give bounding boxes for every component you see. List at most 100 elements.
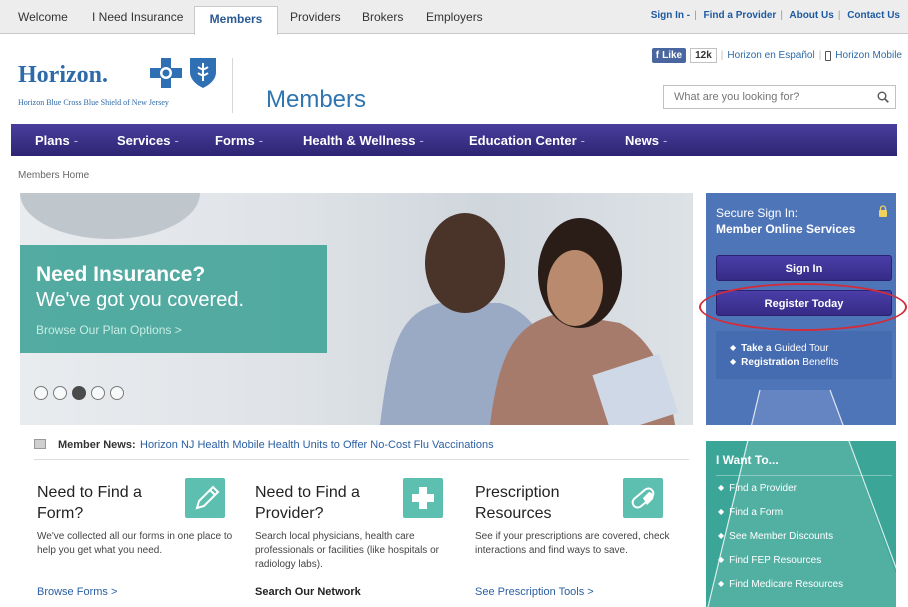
nav-plans[interactable]: Plans - xyxy=(35,133,78,148)
mobile-phone-icon xyxy=(825,50,832,61)
hero-subtitle: We've got you covered. xyxy=(36,289,245,311)
sign-in-button[interactable]: Sign In xyxy=(716,255,892,281)
link-rest: Guided Tour xyxy=(771,343,829,354)
hero-promo-box: Need Insurance? We've got you covered. B… xyxy=(20,245,327,353)
i-want-to-panel: I Want To... ◆ Find a Provider ◆ Find a Fo… xyxy=(706,441,896,607)
like-count: 12k xyxy=(690,48,717,63)
nav-label: Forms xyxy=(215,133,255,148)
card-description: We've collected all our forms in one pla… xyxy=(37,531,233,556)
search-icon[interactable] xyxy=(877,91,889,103)
separator: | xyxy=(694,10,697,21)
iwant-label: Find a Form xyxy=(729,507,784,518)
nav-services[interactable]: Services - xyxy=(117,133,179,148)
sign-in-link[interactable]: Sign In - xyxy=(651,10,690,21)
carousel-dots xyxy=(34,386,124,400)
divider xyxy=(716,475,892,476)
card-title-line1: Prescription xyxy=(475,484,560,501)
top-tab-bar: Welcome I Need Insurance Members Provide… xyxy=(0,0,908,35)
link-rest: Benefits xyxy=(799,357,839,368)
nav-label: Health & Wellness xyxy=(303,133,416,148)
bullet-icon: ◆ xyxy=(718,483,725,492)
tab-need-insurance[interactable]: I Need Insurance xyxy=(92,10,183,24)
bullet-icon: ◆ xyxy=(718,507,725,516)
tab-welcome[interactable]: Welcome xyxy=(18,10,68,24)
carousel-dot[interactable] xyxy=(91,386,105,400)
sign-in-heading-line1: Secure Sign In: xyxy=(716,206,799,220)
find-provider-link[interactable]: Find a Provider xyxy=(704,10,777,21)
pencil-icon xyxy=(185,478,225,518)
link-bold: Registration xyxy=(741,357,800,368)
bullet-icon: ◆ xyxy=(730,343,737,352)
header-divider xyxy=(232,58,233,113)
tab-employers[interactable]: Employers xyxy=(426,10,483,24)
about-us-link[interactable]: About Us xyxy=(789,10,833,21)
tab-members[interactable]: Members xyxy=(194,6,278,35)
nav-news[interactable]: News - xyxy=(625,133,667,148)
find-form-card: Need to Find a Form? We've collected all … xyxy=(37,478,247,607)
carousel-dot[interactable] xyxy=(34,386,48,400)
page-title: Members xyxy=(266,86,367,113)
card-title-line2: Form? xyxy=(37,505,84,522)
hero-title: Need Insurance? xyxy=(36,263,206,286)
member-news-bar: Member News: Horizon NJ Health Mobile He… xyxy=(34,436,689,460)
separator: | xyxy=(720,50,724,61)
news-label: Member News: xyxy=(58,439,136,451)
sign-in-heading: Secure Sign In: Member Online Services xyxy=(716,205,855,237)
like-label: Like xyxy=(662,50,683,61)
iwant-find-form[interactable]: ◆ Find a Form xyxy=(718,507,783,518)
logo-subtitle: Horizon Blue Cross Blue Shield of New Je… xyxy=(18,98,169,107)
plus-icon xyxy=(403,478,443,518)
carousel-dot[interactable] xyxy=(72,386,86,400)
lock-icon xyxy=(879,205,887,217)
bullet-icon: ◆ xyxy=(718,531,725,540)
iwant-label: See Member Discounts xyxy=(729,531,834,542)
utility-links: Sign In - | Find a Provider | About Us | Co… xyxy=(651,10,900,21)
news-icon xyxy=(34,439,46,449)
carousel-dot[interactable] xyxy=(53,386,67,400)
nav-health-wellness[interactable]: Health & Wellness - xyxy=(303,133,424,148)
card-title: Need to Find a Form? xyxy=(37,482,142,524)
blue-shield-icon xyxy=(190,58,216,88)
prescription-tools-link[interactable]: See Prescription Tools > xyxy=(475,586,594,598)
tab-providers[interactable]: Providers xyxy=(290,10,341,24)
card-description: See if your prescriptions are covered, c… xyxy=(475,531,670,556)
card-title: Need to Find a Provider? xyxy=(255,482,360,524)
carousel-dot[interactable] xyxy=(110,386,124,400)
card-description: Search local physicians, health care pro… xyxy=(255,531,439,570)
search-input[interactable] xyxy=(664,86,869,108)
mobile-site-link[interactable]: Horizon Mobile xyxy=(835,50,902,61)
link-bold: Take a xyxy=(741,343,772,354)
bullet-icon: ◆ xyxy=(718,555,725,564)
browse-forms-link[interactable]: Browse Forms > xyxy=(37,586,117,598)
news-headline-link[interactable]: Horizon NJ Health Mobile Health Units to… xyxy=(140,439,494,451)
nav-label: Plans xyxy=(35,133,70,148)
blue-cross-icon xyxy=(150,58,182,88)
prescription-card: Prescription Resources See if your prescr… xyxy=(475,478,685,607)
pill-icon xyxy=(623,478,663,518)
i-want-to-heading: I Want To... xyxy=(716,453,779,467)
nav-education-center[interactable]: Education Center - xyxy=(469,133,585,148)
breadcrumb[interactable]: Members Home xyxy=(18,170,89,181)
spanish-site-link[interactable]: Horizon en Español xyxy=(727,50,814,61)
nav-label: News xyxy=(625,133,659,148)
horizon-logo[interactable]: Horizon. xyxy=(18,62,108,89)
bullet-icon: ◆ xyxy=(730,357,737,366)
card-title: Prescription Resources xyxy=(475,482,559,524)
bullet-icon: ◆ xyxy=(718,579,725,588)
contact-us-link[interactable]: Contact Us xyxy=(847,10,900,21)
iwant-member-discounts[interactable]: ◆ See Member Discounts xyxy=(718,531,833,542)
iwant-find-provider[interactable]: ◆ Find a Provider xyxy=(718,483,797,494)
nav-forms[interactable]: Forms - xyxy=(215,133,263,148)
browse-plans-link[interactable]: Browse Our Plan Options > xyxy=(36,323,182,337)
facebook-icon: f xyxy=(655,50,660,61)
facebook-like-button[interactable]: f Like xyxy=(651,48,687,63)
iwant-medicare-resources[interactable]: ◆ Find Medicare Resources xyxy=(718,579,843,590)
search-network-label: Search Our Network xyxy=(255,586,361,598)
members-page: Welcome I Need Insurance Members Provide… xyxy=(0,0,908,607)
search-box xyxy=(663,85,896,109)
guided-tour-link[interactable]: ◆ Take a Guided Tour xyxy=(730,341,892,355)
hero-banner[interactable]: Need Insurance? We've got you covered. B… xyxy=(20,193,693,425)
iwant-fep-resources[interactable]: ◆ Find FEP Resources xyxy=(718,555,821,566)
tab-brokers[interactable]: Brokers xyxy=(362,10,403,24)
registration-benefits-link[interactable]: ◆ Registration Benefits xyxy=(730,355,892,369)
